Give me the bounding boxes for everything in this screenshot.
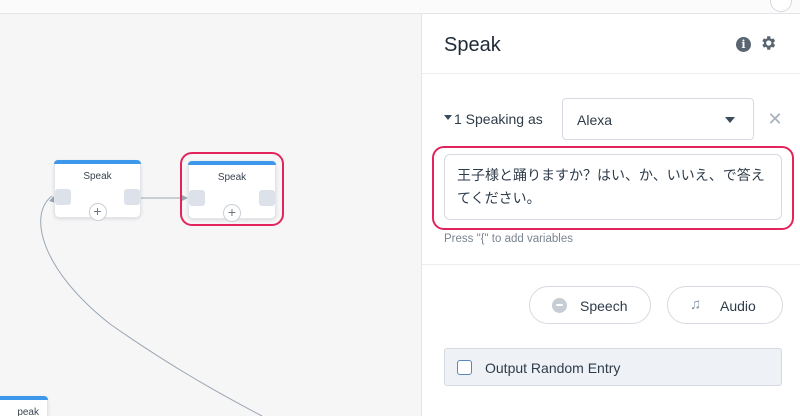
add-step-button[interactable]: + <box>223 204 241 222</box>
node-title: peak <box>17 407 39 416</box>
speaking-as-row: 1 Speaking as Alexa ✕ <box>422 98 800 140</box>
input-port[interactable] <box>189 190 205 206</box>
top-circle-button[interactable] <box>770 0 792 12</box>
speak-node-1[interactable]: Speak + <box>54 160 141 221</box>
collapse-caret-icon[interactable] <box>444 115 452 120</box>
output-port[interactable] <box>259 190 275 206</box>
panel-header: Speak i <box>422 14 800 74</box>
random-entry-checkbox[interactable] <box>457 360 472 375</box>
speech-text-input[interactable]: 王子様と踊りますか？はい、か、いいえ、で答えてください。 <box>444 154 782 220</box>
node-title: Speak <box>83 171 112 182</box>
input-port[interactable] <box>55 189 71 205</box>
speak-node-partial[interactable]: peak <box>0 396 48 416</box>
random-entry-label: Output Random Entry <box>485 360 621 376</box>
add-audio-button[interactable]: ♫ Audio <box>667 286 783 324</box>
page-title: Speak <box>444 34 501 56</box>
speech-button-label: Speech <box>580 298 628 314</box>
music-note-icon: ♫ <box>690 296 702 313</box>
output-port[interactable] <box>124 189 140 205</box>
flow-canvas[interactable]: Speak + Speak + peak <box>0 14 421 416</box>
speaking-as-label: 1 Speaking as <box>454 111 543 127</box>
speech-bubble-icon <box>552 298 567 313</box>
output-random-entry-option[interactable]: Output Random Entry <box>444 348 782 386</box>
top-bar <box>0 0 800 14</box>
voice-select-value: Alexa <box>577 112 613 128</box>
properties-panel: Speak i 1 Speaking as Alexa ✕ 王子様と踊りますか？… <box>421 14 800 416</box>
gear-icon[interactable] <box>759 34 777 52</box>
add-speech-button[interactable]: Speech <box>529 286 651 324</box>
add-step-button[interactable]: + <box>88 203 107 221</box>
variables-hint: Press "{" to add variables <box>444 233 573 245</box>
close-icon[interactable]: ✕ <box>766 110 784 128</box>
chevron-down-icon <box>725 117 735 123</box>
speak-node-selected[interactable]: Speak + <box>188 161 276 222</box>
voice-select[interactable]: Alexa <box>562 98 754 140</box>
node-title: Speak <box>217 172 247 183</box>
audio-button-label: Audio <box>720 298 756 314</box>
divider <box>422 264 800 265</box>
info-icon[interactable]: i <box>736 37 751 52</box>
